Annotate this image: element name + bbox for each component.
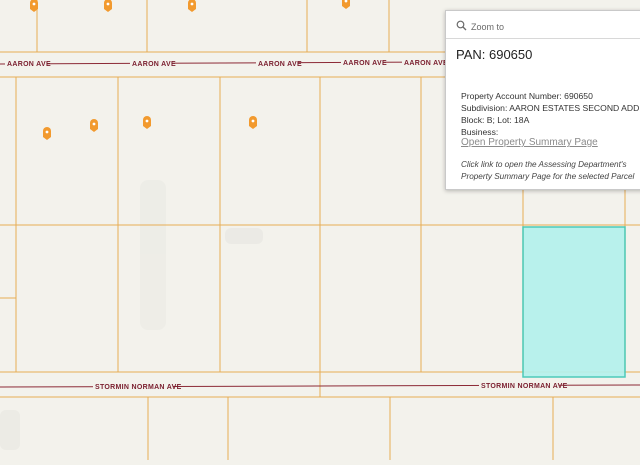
street-label-aaron-ave: AARON AVE xyxy=(7,61,51,68)
subdivision-line: Subdivision: AARON ESTATES SECOND ADDITI… xyxy=(461,103,640,113)
popup-divider xyxy=(446,38,640,39)
popup-title: PAN: 690650 xyxy=(456,47,533,62)
street-label-aaron-ave: AARON AVE xyxy=(343,60,387,67)
street-label-aaron-ave: AARON AVE xyxy=(132,61,176,68)
open-property-summary-link[interactable]: Open Property Summary Page xyxy=(461,137,598,148)
link-note: Click link to open the Assessing Departm… xyxy=(461,160,635,181)
street-label-stormin-norman-ave: STORMIN NORMAN AVE xyxy=(481,383,568,390)
street-label-aaron-ave: AARON AVE xyxy=(258,61,302,68)
street-label-aaron-ave: AARON AVE xyxy=(404,60,448,67)
street-label-stormin-norman-ave: STORMIN NORMAN AVE xyxy=(95,384,182,391)
account-number-line: Property Account Number: 690650 xyxy=(461,91,593,101)
business-line: Business: xyxy=(461,127,499,137)
selected-parcel[interactable] xyxy=(522,226,626,378)
magnifier-icon xyxy=(456,18,467,36)
block-lot-line: Block: B; Lot: 18A xyxy=(461,115,530,125)
parcel-info-popup: Zoom to PAN: 690650 Property Account Num… xyxy=(445,10,640,190)
zoom-to-button[interactable]: Zoom to xyxy=(456,18,504,36)
zoom-to-label: Zoom to xyxy=(471,22,505,32)
